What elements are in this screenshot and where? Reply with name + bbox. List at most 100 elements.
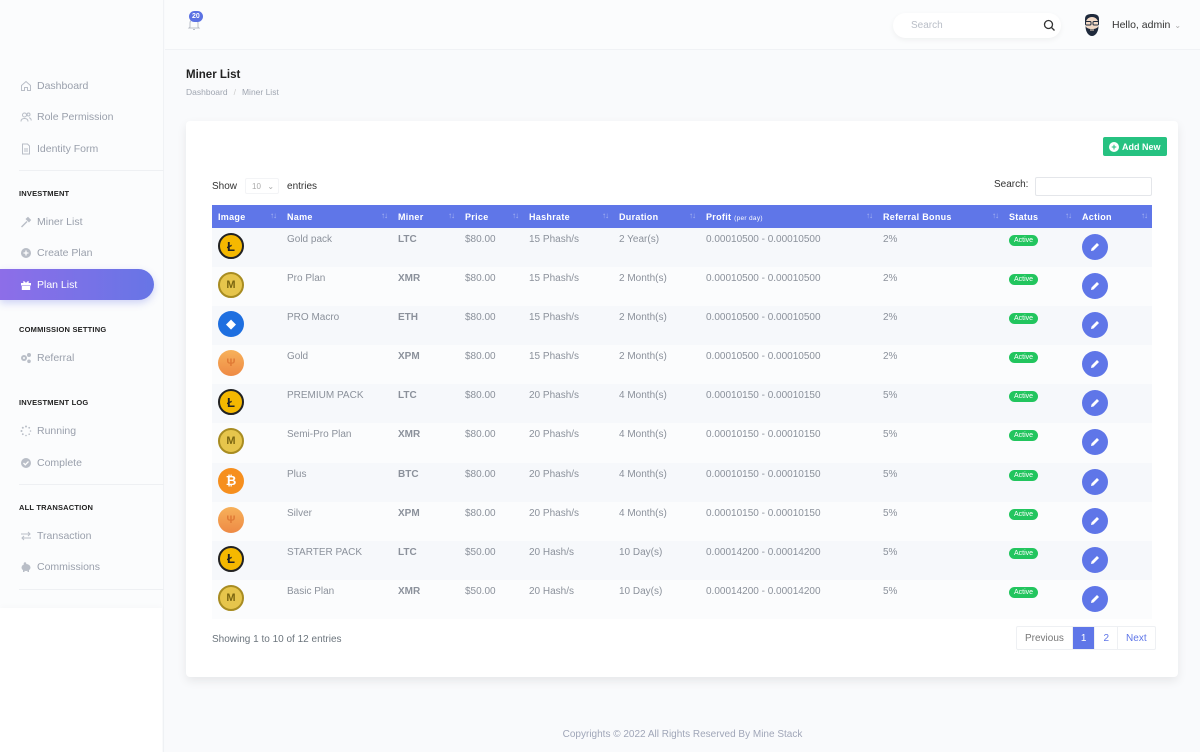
- column-header-name[interactable]: Name ↑↓: [281, 205, 392, 228]
- edit-button[interactable]: [1082, 273, 1108, 300]
- pagination-page-2[interactable]: 2: [1095, 627, 1119, 649]
- column-header-hashrate[interactable]: Hashrate ↑↓: [523, 205, 613, 228]
- hammer-icon: [20, 216, 32, 228]
- pencil-icon: [1091, 438, 1099, 447]
- referral-bonus: 2%: [883, 273, 898, 285]
- action-cell: [1076, 384, 1152, 423]
- column-header-image[interactable]: Image ↑↓: [212, 205, 281, 228]
- table-row: Ψ Gold XPM $80.00 15 Phash/s 2 Month(s) 0.0001…: [212, 345, 1152, 385]
- entries-label: entries: [287, 180, 318, 192]
- column-header-miner[interactable]: Miner ↑↓: [392, 205, 459, 228]
- referral-bonus: 5%: [883, 390, 898, 402]
- file-icon: [20, 143, 32, 155]
- section-title-commission: COMMISSION SETTING: [19, 325, 107, 334]
- price: $50.00: [465, 546, 496, 558]
- sort-icon: ↑↓: [381, 211, 388, 220]
- top-search[interactable]: [893, 13, 1061, 38]
- edit-button[interactable]: [1082, 507, 1108, 534]
- status-cell: Active: [1003, 228, 1076, 267]
- sidebar-item-label: Dashboard: [37, 79, 89, 92]
- action-cell: [1076, 463, 1152, 502]
- miner-table: Image ↑↓ Name ↑↓ Miner ↑↓ Price ↑↓ Hashrate ↑…: [212, 205, 1152, 619]
- column-header-duration[interactable]: Duration ↑↓: [613, 205, 700, 228]
- sidebar-item-role-permission[interactable]: Role Permission: [0, 101, 154, 132]
- profit: 0.00010150 - 0.00010150: [706, 507, 821, 519]
- coin-image-cell: Ł: [212, 384, 281, 423]
- plan-name: Pro Plan: [287, 273, 326, 285]
- edit-button[interactable]: [1082, 546, 1108, 573]
- pagination-page-1[interactable]: 1: [1072, 627, 1096, 649]
- top-search-input[interactable]: [911, 20, 1043, 31]
- referral-bonus: 2%: [883, 351, 898, 363]
- action-cell: [1076, 541, 1152, 580]
- sidebar-item-dashboard[interactable]: Dashboard: [0, 70, 154, 101]
- table-row: Ł STARTER PACK LTC $50.00 20 Hash/s 10 Day(s)…: [212, 540, 1152, 580]
- hashrate: 20 Phash/s: [529, 507, 580, 519]
- duration: 10 Day(s): [619, 546, 663, 558]
- pagination: Previous 1 2 Next: [1016, 626, 1156, 650]
- pagination-previous[interactable]: Previous: [1017, 627, 1073, 649]
- price: $50.00: [465, 585, 496, 597]
- edit-button[interactable]: [1082, 390, 1108, 417]
- hashrate: 15 Phash/s: [529, 273, 580, 285]
- miner-symbol: XMR: [398, 585, 421, 597]
- duration: 2 Month(s): [619, 312, 667, 324]
- piggy-bank-icon: [20, 561, 32, 573]
- avatar[interactable]: [1082, 13, 1102, 38]
- sidebar-item-label: Running: [37, 424, 77, 437]
- page-size-select[interactable]: 10 ⌄: [245, 178, 280, 194]
- sidebar-item-label: Referral: [37, 351, 75, 364]
- divider: [19, 170, 164, 171]
- hashrate: 15 Phash/s: [529, 312, 580, 324]
- edit-button[interactable]: [1082, 351, 1108, 378]
- action-cell: [1076, 228, 1152, 267]
- coin-image-cell: ₿: [212, 463, 281, 502]
- sidebar-item-miner-list[interactable]: Miner List: [0, 206, 154, 237]
- sidebar-item-complete[interactable]: Complete: [0, 447, 154, 478]
- coin-image-cell: Ψ: [212, 345, 281, 384]
- column-header-profit[interactable]: Profit (per day) ↑↓: [700, 205, 877, 228]
- table-search-input[interactable]: [1035, 177, 1152, 196]
- edit-button[interactable]: [1082, 585, 1108, 612]
- add-new-button[interactable]: + Add New: [1103, 137, 1167, 156]
- sidebar-item-label: Miner List: [37, 215, 83, 228]
- column-header-status[interactable]: Status ↑↓: [1003, 205, 1076, 228]
- edit-button[interactable]: [1082, 234, 1108, 260]
- chevron-down-icon: ⌄: [1174, 20, 1182, 30]
- miner-symbol: XMR: [398, 273, 421, 285]
- edit-button[interactable]: [1082, 312, 1108, 339]
- column-header-action[interactable]: Action ↑↓: [1076, 205, 1152, 228]
- sidebar-item-plan-list[interactable]: Plan List: [0, 269, 154, 300]
- exchange-icon: [20, 530, 32, 542]
- user-menu[interactable]: Hello, admin ⌄: [1112, 19, 1181, 31]
- section-title-all-transaction: ALL TRANSACTION: [19, 503, 94, 512]
- edit-button[interactable]: [1082, 468, 1108, 495]
- sidebar-item-commissions[interactable]: Commissions: [0, 551, 154, 582]
- duration: 2 Year(s): [619, 234, 660, 245]
- table-row: Ł PREMIUM PACK LTC $80.00 20 Phash/s 4 Month(…: [212, 384, 1152, 424]
- plus-circle-icon: [20, 247, 32, 259]
- search-icon[interactable]: [1043, 19, 1056, 32]
- sidebar-item-transaction[interactable]: Transaction: [0, 520, 154, 551]
- status-badge: Active: [1009, 469, 1039, 481]
- column-header-referral-bonus[interactable]: Referral Bonus ↑↓: [877, 205, 1003, 228]
- column-header-price[interactable]: Price ↑↓: [459, 205, 523, 228]
- table-row: Ł Gold pack LTC $80.00 15 Phash/s 2 Year(s) 0.…: [212, 228, 1152, 268]
- cogs-icon: [20, 352, 32, 364]
- breadcrumb-dashboard[interactable]: Dashboard: [186, 87, 228, 97]
- sidebar-item-label: Commissions: [37, 560, 101, 573]
- sidebar-item-label: Transaction: [37, 529, 92, 542]
- sidebar-item-identity-form[interactable]: Identity Form: [0, 133, 154, 164]
- table-row: ◆ PRO Macro ETH $80.00 15 Phash/s 2 Month(s) 0…: [212, 306, 1152, 346]
- sidebar-item-create-plan[interactable]: Create Plan: [0, 237, 154, 268]
- status-badge: Active: [1009, 235, 1039, 246]
- plan-name: PRO Macro: [287, 312, 340, 324]
- sidebar-item-running[interactable]: Running: [0, 415, 154, 446]
- status-badge: Active: [1009, 352, 1039, 364]
- sidebar-item-referral[interactable]: Referral: [0, 342, 154, 373]
- status-badge: Active: [1009, 430, 1039, 442]
- pagination-next[interactable]: Next: [1118, 627, 1155, 649]
- edit-button[interactable]: [1082, 429, 1108, 456]
- sort-icon: ↑↓: [512, 211, 519, 220]
- duration: 4 Month(s): [619, 507, 667, 519]
